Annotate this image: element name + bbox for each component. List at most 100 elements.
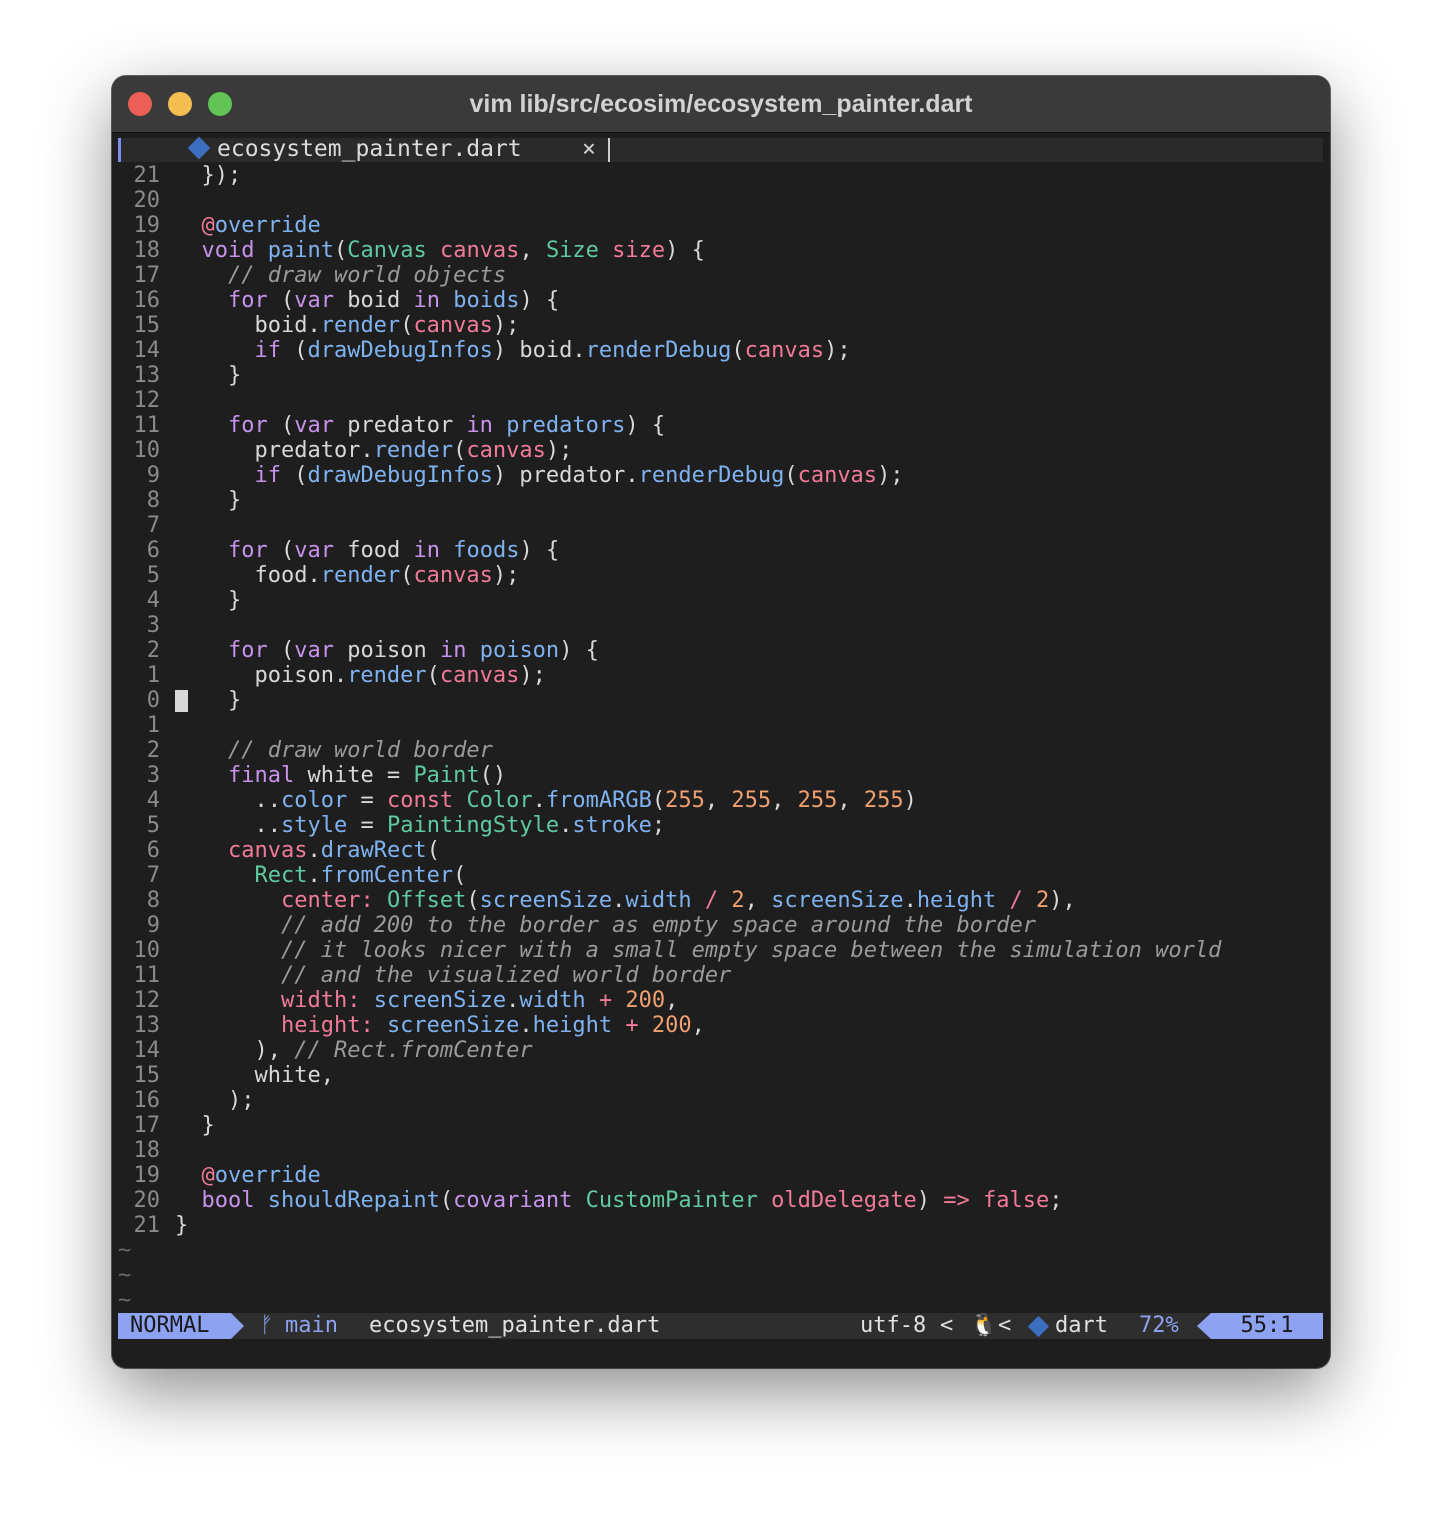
code-token: ); xyxy=(492,313,520,338)
code-token: @ xyxy=(201,213,215,238)
code-line[interactable]: 16 ); xyxy=(118,1088,1323,1113)
code-text: } xyxy=(175,488,241,513)
code-token: / xyxy=(1009,888,1023,913)
code-token: drawRect xyxy=(320,838,427,863)
code-text: ); xyxy=(175,1088,255,1113)
code-token: ); xyxy=(175,1088,255,1113)
code-text: if (drawDebugInfos) boid.renderDebug(can… xyxy=(175,338,850,363)
code-text: // and the visualized world border xyxy=(175,963,731,988)
code-line[interactable]: 11 // and the visualized world border xyxy=(118,963,1323,988)
code-line[interactable]: 8 } xyxy=(118,488,1323,513)
code-text: // draw world objects xyxy=(175,263,506,288)
code-line[interactable]: 17 // draw world objects xyxy=(118,263,1323,288)
code-token: canvas xyxy=(744,338,825,363)
file-type: dart xyxy=(1055,1313,1108,1338)
code-line[interactable]: 2 for (var poison in poison) { xyxy=(118,638,1323,663)
code-token: render xyxy=(347,663,427,688)
line-number: 2 xyxy=(146,738,160,763)
terminal-window: vim lib/src/ecosim/ecosystem_painter.dar… xyxy=(112,76,1330,1368)
code-line[interactable]: 18 xyxy=(118,1138,1323,1163)
code-line[interactable]: 14 if (drawDebugInfos) boid.renderDebug(… xyxy=(118,338,1323,363)
code-line[interactable]: 1 xyxy=(118,713,1323,738)
code-line[interactable]: 8 center: Offset(screenSize.width / 2, s… xyxy=(118,888,1323,913)
code-line[interactable]: 17 } xyxy=(118,1113,1323,1138)
code-line[interactable]: 6 for (var food in foods) { xyxy=(118,538,1323,563)
code-line[interactable]: 4 } xyxy=(118,588,1323,613)
line-number: 3 xyxy=(146,763,160,788)
code-line[interactable]: 6 canvas.drawRect( xyxy=(118,838,1323,863)
tab-close-icon[interactable]: × xyxy=(582,136,596,162)
code-line[interactable]: 13 } xyxy=(118,363,1323,388)
code-token: // draw world border xyxy=(227,738,493,763)
tab-filename[interactable]: ecosystem_painter.dart xyxy=(217,136,522,162)
code-text: @override xyxy=(175,213,321,238)
code-line[interactable]: 3 final white = Paint() xyxy=(118,763,1323,788)
code-line[interactable]: 19 @override xyxy=(118,1163,1323,1188)
code-token: } xyxy=(175,1213,189,1238)
code-line[interactable]: 9 if (drawDebugInfos) predator.renderDeb… xyxy=(118,463,1323,488)
code-line[interactable]: 5 food.render(canvas); xyxy=(118,563,1323,588)
code-token: boids xyxy=(453,288,520,313)
code-line[interactable]: 10 predator.render(canvas); xyxy=(118,438,1323,463)
code-token: canvas xyxy=(439,663,520,688)
code-line[interactable]: 20 bool shouldRepaint(covariant CustomPa… xyxy=(118,1188,1323,1213)
code-token: }); xyxy=(175,163,242,188)
code-line[interactable]: 15 boid.render(canvas); xyxy=(118,313,1323,338)
line-number: 4 xyxy=(146,588,160,613)
code-line[interactable]: 5 ..style = PaintingStyle.stroke; xyxy=(118,813,1323,838)
code-line[interactable]: 4 ..color = const Color.fromARGB(255, 25… xyxy=(118,788,1323,813)
code-text: // add 200 to the border as empty space … xyxy=(175,913,1036,938)
status-line: NORMAL ᚠ main ecosystem_painter.dart utf… xyxy=(118,1313,1323,1339)
status-separator: < xyxy=(998,1313,1012,1338)
code-token: boid xyxy=(333,288,414,313)
code-token: ( xyxy=(651,788,666,813)
code-text: predator.render(canvas); xyxy=(175,438,572,463)
line-number: 8 xyxy=(146,888,160,913)
code-line[interactable]: 14 ), // Rect.fromCenter xyxy=(118,1038,1323,1063)
code-line[interactable]: 0 } xyxy=(118,688,1323,713)
code-token: boid. xyxy=(175,313,321,338)
code-line[interactable]: 19 @override xyxy=(118,213,1323,238)
buffer-tabline: ecosystem_painter.dart × xyxy=(118,136,1323,162)
code-token: predator xyxy=(333,413,467,438)
code-line[interactable]: 9 // add 200 to the border as empty spac… xyxy=(118,913,1323,938)
code-line[interactable]: 7 Rect.fromCenter( xyxy=(118,863,1323,888)
code-line[interactable]: 11 for (var predator in predators) { xyxy=(118,413,1323,438)
line-number: 19 xyxy=(133,1163,161,1188)
code-token: .. xyxy=(175,813,281,838)
code-editor[interactable]: 21 }); 20 19 @override 18 void paint(Canvas… xyxy=(118,163,1323,1313)
code-token: , xyxy=(665,988,679,1013)
code-line[interactable]: 12 width: screenSize.width + 200, xyxy=(118,988,1323,1013)
code-line[interactable]: 21} xyxy=(118,1213,1323,1238)
code-line[interactable]: 7 xyxy=(118,513,1323,538)
code-line[interactable]: 15 white, xyxy=(118,1063,1323,1088)
code-token: } xyxy=(175,588,242,613)
code-line[interactable]: 18 void paint(Canvas canvas, Size size) … xyxy=(118,238,1323,263)
code-token: color xyxy=(280,788,348,813)
tilde-marker: ~ xyxy=(118,1263,132,1288)
code-token: white = xyxy=(294,763,414,788)
code-line[interactable]: 2 // draw world border xyxy=(118,738,1323,763)
code-line[interactable]: 16 for (var boid in boids) { xyxy=(118,288,1323,313)
code-line[interactable]: 1 poison.render(canvas); xyxy=(118,663,1323,688)
code-line[interactable]: 13 height: screenSize.height + 200, xyxy=(118,1013,1323,1038)
code-line[interactable]: 10 // it looks nicer with a small empty … xyxy=(118,938,1323,963)
code-token: Size xyxy=(545,238,599,263)
code-line[interactable]: 12 xyxy=(118,388,1323,413)
code-line[interactable]: 20 xyxy=(118,188,1323,213)
code-line[interactable]: 3 xyxy=(118,613,1323,638)
code-token: final xyxy=(227,763,295,788)
code-line[interactable]: 21 }); xyxy=(118,163,1323,188)
code-token: ( xyxy=(267,288,295,313)
